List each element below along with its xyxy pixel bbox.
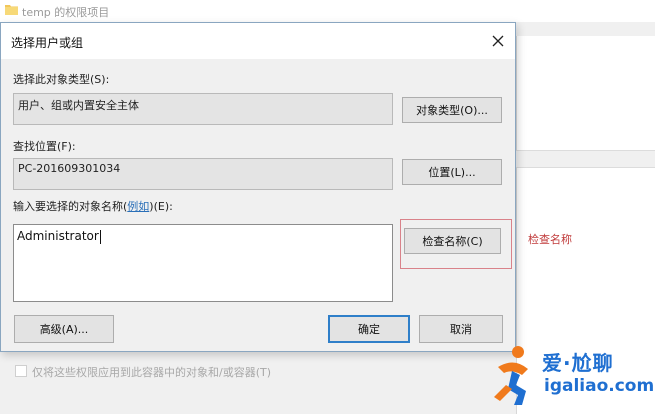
object-names-input[interactable]: Administrator xyxy=(13,224,393,302)
dialog-titlebar: 选择用户或组 xyxy=(1,23,515,59)
watermark-brand: 爱·尬聊 xyxy=(542,351,614,375)
select-users-dialog: 选择用户或组 选择此对象类型(S): 用户、组或内置安全主体 对象类型(O)..… xyxy=(0,22,516,352)
object-names-value: Administrator xyxy=(17,229,99,243)
close-icon xyxy=(492,35,504,47)
background-window-title: temp 的权限项目 xyxy=(22,6,110,19)
check-names-annotation: 检查名称 xyxy=(528,233,572,246)
apply-to-container-checkbox[interactable] xyxy=(15,365,27,377)
dialog-title: 选择用户或组 xyxy=(11,36,84,50)
locations-button[interactable]: 位置(L)... xyxy=(402,159,502,185)
object-type-label: 选择此对象类型(S): xyxy=(13,73,110,86)
location-label: 查找位置(F): xyxy=(13,140,76,153)
ok-button[interactable]: 确定 xyxy=(328,315,410,343)
object-names-label-prefix: 输入要选择的对象名称( xyxy=(13,200,128,213)
object-names-label: 输入要选择的对象名称(例如)(E): xyxy=(13,198,173,214)
examples-link[interactable]: 例如 xyxy=(127,200,149,213)
close-button[interactable] xyxy=(488,31,508,51)
check-names-button[interactable]: 检查名称(C) xyxy=(404,228,501,254)
background-divider xyxy=(516,150,655,168)
runner-logo-icon xyxy=(494,346,528,405)
apply-to-container-label: 仅将这些权限应用到此容器中的对象和/或容器(T) xyxy=(32,366,272,379)
object-names-label-suffix: )(E): xyxy=(149,200,173,213)
object-type-field: 用户、组或内置安全主体 xyxy=(13,93,393,125)
cancel-button[interactable]: 取消 xyxy=(419,315,503,343)
location-field: PC-201609301034 xyxy=(13,158,393,190)
watermark-url: igaliao.com xyxy=(544,376,655,396)
advanced-button[interactable]: 高级(A)... xyxy=(14,315,114,343)
object-types-button[interactable]: 对象类型(O)... xyxy=(402,97,502,123)
folder-icon xyxy=(5,5,18,15)
text-caret xyxy=(99,229,101,244)
